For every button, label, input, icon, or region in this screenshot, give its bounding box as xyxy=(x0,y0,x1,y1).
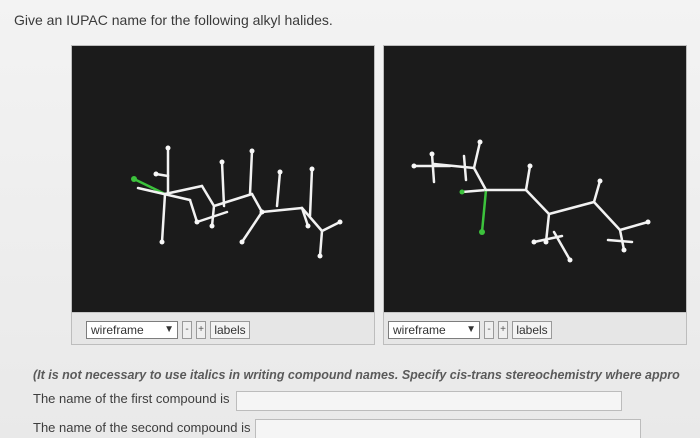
zoom-in-button-2[interactable]: + xyxy=(498,321,508,339)
atom xyxy=(477,139,483,145)
viewer-1-toolbar: wireframe ▼ - + labels xyxy=(72,312,374,344)
atom xyxy=(249,148,255,154)
bond xyxy=(524,188,551,216)
bond xyxy=(430,152,436,184)
atom xyxy=(159,239,165,245)
atom xyxy=(259,209,265,215)
bond xyxy=(472,140,482,170)
atom xyxy=(429,151,435,157)
bond xyxy=(592,179,602,204)
bond xyxy=(308,167,314,218)
render-mode-value: wireframe xyxy=(393,323,446,337)
bond xyxy=(260,206,304,214)
halogen-atom xyxy=(131,176,137,182)
bond xyxy=(188,198,199,224)
atom xyxy=(337,219,343,225)
bond xyxy=(163,184,204,196)
molecule-viewer-2: wireframe ▼ - + labels xyxy=(383,45,687,345)
bond xyxy=(320,220,342,233)
atom xyxy=(153,171,159,177)
render-mode-select-2[interactable]: wireframe ▼ xyxy=(388,321,480,339)
question-text: Give an IUPAC name for the following alk… xyxy=(14,12,333,28)
atom xyxy=(317,253,323,259)
halogen-atom xyxy=(459,189,465,195)
render-mode-select-1[interactable]: wireframe ▼ xyxy=(86,321,178,339)
viewer-2-toolbar: wireframe ▼ - + labels xyxy=(384,312,686,344)
render-mode-value: wireframe xyxy=(91,323,144,337)
atom xyxy=(309,166,315,172)
atom xyxy=(209,223,215,229)
atom xyxy=(543,239,549,245)
atom xyxy=(597,178,603,184)
chevron-down-icon: ▼ xyxy=(466,324,476,335)
atom xyxy=(219,159,225,165)
bond xyxy=(250,192,264,214)
bond xyxy=(462,154,468,182)
bond xyxy=(480,188,488,234)
bond xyxy=(606,238,634,244)
bond xyxy=(160,192,167,244)
zoom-out-button-1[interactable]: - xyxy=(182,321,192,339)
bond xyxy=(547,200,596,216)
labels-button-1[interactable]: labels xyxy=(210,321,250,339)
bond xyxy=(472,166,488,192)
atom xyxy=(165,145,171,151)
molecule-canvas-1[interactable] xyxy=(72,46,374,312)
atom xyxy=(621,247,627,253)
bond xyxy=(275,170,282,208)
atom xyxy=(411,163,417,169)
atom xyxy=(239,239,245,245)
bond xyxy=(618,220,650,232)
bond xyxy=(248,149,254,196)
bond xyxy=(200,184,216,208)
atom xyxy=(567,257,573,263)
halogen-atom xyxy=(479,229,485,235)
zoom-in-button-1[interactable]: + xyxy=(196,321,206,339)
bond xyxy=(240,210,264,244)
molecule-viewer-1: wireframe ▼ - + labels xyxy=(71,45,375,345)
bond xyxy=(212,192,254,208)
atom xyxy=(305,223,311,229)
atom xyxy=(194,219,200,225)
chevron-down-icon: ▼ xyxy=(164,324,174,335)
bond xyxy=(318,229,324,258)
bond xyxy=(460,188,488,194)
molecule-canvas-2[interactable] xyxy=(384,46,686,312)
atom xyxy=(277,169,283,175)
first-compound-input[interactable] xyxy=(236,391,622,411)
atom xyxy=(531,239,537,245)
bond xyxy=(592,200,622,232)
atom xyxy=(645,219,651,225)
second-compound-label: The name of the second compound is xyxy=(33,420,251,435)
labels-button-2[interactable]: labels xyxy=(512,321,552,339)
zoom-out-button-2[interactable]: - xyxy=(484,321,494,339)
first-compound-label: The name of the first compound is xyxy=(33,391,230,406)
bond xyxy=(524,164,532,192)
bond xyxy=(220,160,226,208)
instructions-note: (It is not necessary to use italics in w… xyxy=(33,368,680,382)
molecule-1-wireframe xyxy=(131,145,343,259)
second-compound-input[interactable] xyxy=(255,419,641,438)
atom xyxy=(527,163,533,169)
molecule-2-wireframe xyxy=(411,139,651,263)
